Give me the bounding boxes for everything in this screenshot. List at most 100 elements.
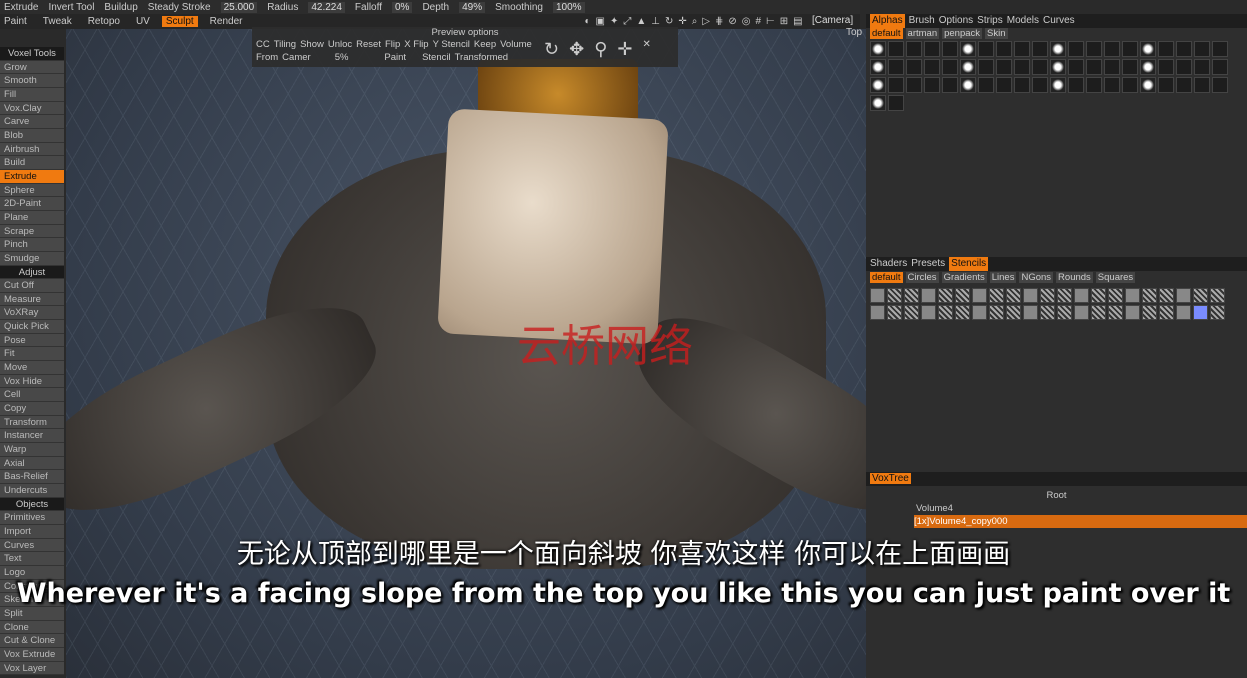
- stencil-thumb[interactable]: [1159, 288, 1174, 303]
- stencil-thumb[interactable]: [1074, 305, 1089, 320]
- tool-cut-off[interactable]: Cut Off: [0, 279, 64, 293]
- tab-models[interactable]: Models: [1007, 14, 1039, 28]
- alpha-thumb[interactable]: [1086, 59, 1102, 75]
- viewport-icons[interactable]: ◐▣✦⤢▲⊥↻✛⌕▷⋕⊘◎#⊢⊞▤: [584, 16, 807, 27]
- alpha-thumb[interactable]: [978, 41, 994, 57]
- room-paint[interactable]: Paint: [0, 16, 31, 27]
- stencil-thumb[interactable]: [1210, 305, 1225, 320]
- tool-vox-hide[interactable]: Vox Hide: [0, 374, 64, 389]
- tool-vox-extrude[interactable]: Vox Extrude: [0, 647, 64, 662]
- stencil-thumb[interactable]: [1091, 288, 1106, 303]
- alpha-thumb[interactable]: [1194, 77, 1210, 93]
- opt-keep[interactable]: Keep: [474, 38, 496, 51]
- alpha-thumb[interactable]: [870, 41, 886, 57]
- stencil-thumb[interactable]: [1176, 288, 1191, 303]
- stencil-thumb[interactable]: [921, 288, 936, 303]
- alpha-thumb[interactable]: [1158, 77, 1174, 93]
- alpha-thumb[interactable]: [1050, 59, 1066, 75]
- stencil-thumb[interactable]: [1057, 305, 1072, 320]
- stencil-thumb[interactable]: [1040, 305, 1055, 320]
- alpha-thumb[interactable]: [960, 41, 976, 57]
- tree-volume4-copy[interactable]: [1x]Volume4_copy000: [866, 515, 1247, 528]
- alpha-thumb[interactable]: [1104, 59, 1120, 75]
- tool-cut-clone[interactable]: Cut & Clone: [0, 634, 64, 648]
- falloff-field[interactable]: 0%: [391, 1, 413, 13]
- tab-curves[interactable]: Curves: [1043, 14, 1075, 28]
- alpha-thumb[interactable]: [888, 59, 904, 75]
- radius-field[interactable]: 42.224: [308, 1, 345, 13]
- tool-vox-clay[interactable]: Vox.Clay: [0, 101, 64, 116]
- tool-vox-layer[interactable]: Vox Layer: [0, 661, 64, 676]
- alpha-thumb[interactable]: [888, 77, 904, 93]
- alpha-thumb[interactable]: [960, 77, 976, 93]
- alpha-thumb[interactable]: [906, 59, 922, 75]
- alpha-thumb[interactable]: [870, 77, 886, 93]
- alpha-thumb[interactable]: [1014, 41, 1030, 57]
- stencil-thumb[interactable]: [904, 305, 919, 320]
- alpha-thumb[interactable]: [942, 59, 958, 75]
- tool-move[interactable]: Move: [0, 361, 64, 375]
- opt-reset[interactable]: Reset: [356, 38, 381, 51]
- opt-percent[interactable]: 5%: [315, 51, 369, 64]
- alpha-thumb[interactable]: [1122, 59, 1138, 75]
- alpha-thumb[interactable]: [888, 95, 904, 111]
- room-retopo[interactable]: Retopo: [84, 16, 124, 27]
- alpha-thumb[interactable]: [906, 77, 922, 93]
- tool-undercuts[interactable]: Undercuts: [0, 484, 64, 498]
- tool-pinch[interactable]: Pinch: [0, 238, 64, 252]
- alpha-thumb[interactable]: [1068, 59, 1084, 75]
- tab-alphas[interactable]: Alphas: [870, 14, 905, 28]
- zoom-icon[interactable]: ⚲: [594, 39, 607, 60]
- tool-transform[interactable]: Transform: [0, 415, 64, 430]
- invert-tool-toggle[interactable]: Invert Tool: [48, 2, 94, 13]
- alpha-thumb[interactable]: [1104, 41, 1120, 57]
- tool-warp[interactable]: Warp: [0, 443, 64, 457]
- stencil-thumb[interactable]: [1142, 288, 1157, 303]
- opt-ystencil[interactable]: Y Stencil: [433, 38, 470, 51]
- alpha-thumb[interactable]: [960, 59, 976, 75]
- stencil-thumb[interactable]: [989, 305, 1004, 320]
- alpha-thumb[interactable]: [996, 59, 1012, 75]
- room-uv[interactable]: UV: [132, 16, 154, 27]
- stencil-thumb[interactable]: [1210, 288, 1225, 303]
- alpha-thumb[interactable]: [924, 41, 940, 57]
- tool-smudge[interactable]: Smudge: [0, 251, 64, 266]
- tab-brush[interactable]: Brush: [909, 14, 935, 28]
- alpha-thumb[interactable]: [1140, 77, 1156, 93]
- stencil-thumb[interactable]: [1023, 305, 1038, 320]
- stencil-thumb[interactable]: [1142, 305, 1157, 320]
- stencil-thumb[interactable]: [921, 305, 936, 320]
- tool-primitives[interactable]: Primitives: [0, 511, 64, 525]
- depth-field[interactable]: 49%: [459, 1, 486, 13]
- alpha-thumb[interactable]: [1176, 59, 1192, 75]
- stencil-thumb[interactable]: [972, 305, 987, 320]
- stencil-thumb[interactable]: [1006, 305, 1021, 320]
- tool-blob[interactable]: Blob: [0, 128, 64, 143]
- stencil-thumb[interactable]: [1193, 288, 1208, 303]
- stencil-set-squares[interactable]: Squares: [1095, 272, 1136, 283]
- tool-extrude[interactable]: Extrude: [0, 169, 64, 184]
- opt-paint[interactable]: Paint: [372, 51, 418, 64]
- tool-carve[interactable]: Carve: [0, 115, 64, 129]
- tool-axial[interactable]: Axial: [0, 456, 64, 471]
- alpha-thumb[interactable]: [996, 41, 1012, 57]
- stencil-thumb[interactable]: [1159, 305, 1174, 320]
- alpha-thumb[interactable]: [1014, 77, 1030, 93]
- opt-transformed[interactable]: Transformed: [455, 51, 509, 64]
- stencil-thumb[interactable]: [1074, 288, 1089, 303]
- stencil-set-rounds[interactable]: Rounds: [1056, 272, 1093, 283]
- stencil-thumb[interactable]: [870, 288, 885, 303]
- buildup-toggle[interactable]: Buildup: [104, 2, 137, 13]
- alpha-thumb[interactable]: [978, 59, 994, 75]
- voxtree-tab[interactable]: VoxTree: [870, 473, 911, 484]
- alpha-thumb[interactable]: [1032, 59, 1048, 75]
- tool-sphere[interactable]: Sphere: [0, 183, 64, 198]
- stencil-thumb[interactable]: [972, 288, 987, 303]
- alpha-set-default[interactable]: default: [870, 28, 903, 39]
- stencil-set-default[interactable]: default: [870, 272, 903, 283]
- stencil-thumb[interactable]: [1176, 305, 1191, 320]
- tool-bas-relief[interactable]: Bas-Relief: [0, 470, 64, 484]
- rotate-icon[interactable]: ↻: [544, 39, 559, 60]
- stencil-thumb[interactable]: [1108, 288, 1123, 303]
- alpha-thumb[interactable]: [1212, 77, 1228, 93]
